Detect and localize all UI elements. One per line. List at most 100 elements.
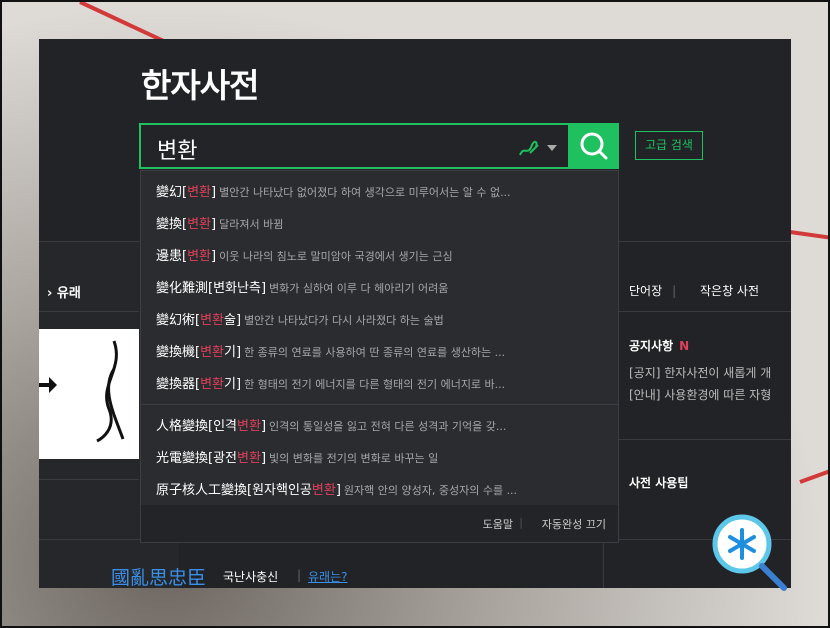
- search-button[interactable]: [569, 123, 619, 169]
- new-badge: N: [679, 339, 690, 353]
- suggestion-hanja: 變幻術: [156, 313, 196, 328]
- search-box[interactable]: 변환: [139, 123, 570, 169]
- handwriting-icon[interactable]: [516, 135, 542, 161]
- reading-highlight: 변환: [187, 249, 212, 264]
- suggestion-item[interactable]: 光電變換[광전변환] 빛의 변화를 전기의 변화로 바꾸는 일: [156, 441, 606, 473]
- bracket-close: ]: [235, 345, 242, 360]
- suggestion-hanja: 變換器: [156, 377, 196, 392]
- mini-dictionary-link[interactable]: 작은창 사전: [700, 284, 759, 298]
- wordbook-link[interactable]: 단어장: [629, 284, 662, 298]
- suggestion-item[interactable]: 變幻[변환] 별안간 나타났다 없어졌다 하여 생각으로 미루어서는 알 수 없.…: [156, 175, 606, 207]
- reading-highlight: 변환: [200, 313, 225, 328]
- suggestion-meaning: 한 종류의 연료를 사용하여 딴 종류의 연료를 생산하는 ...: [244, 346, 506, 359]
- suggestion-hanja: 原子核人工變換: [156, 483, 248, 498]
- origin-heading: › 유래: [47, 282, 81, 301]
- notice-heading[interactable]: 공지사항 N: [629, 337, 689, 354]
- search-icon: [580, 132, 608, 160]
- origin-character-image: [39, 329, 139, 459]
- divider: [39, 311, 139, 312]
- suggestion-word: 人格變換[인격변환]: [156, 419, 266, 434]
- reading-highlight: 변환: [187, 217, 212, 232]
- bracket-close: ]: [260, 419, 267, 434]
- divider: [619, 439, 791, 440]
- suggestion-meaning: 변화가 심하여 이루 다 헤아리기 어려움: [269, 282, 449, 295]
- suggestion-hanja: 光電變換: [156, 451, 209, 466]
- idiom-origin-link[interactable]: 유래는?: [308, 568, 348, 585]
- reading-highlight: 변환: [237, 419, 261, 434]
- notice-title: 공지사항: [629, 339, 674, 353]
- help-link[interactable]: 도움말: [483, 516, 513, 532]
- reading-prefix: 인격: [213, 419, 238, 434]
- reading-suffix: 기: [224, 345, 236, 360]
- suggestion-word: 變化難測[변화난측]: [156, 281, 266, 296]
- suggestion-meaning: 별안간 나타났다가 다시 사라졌다 하는 술법: [244, 314, 444, 327]
- reading-suffix: 술: [224, 313, 236, 328]
- suggestion-item[interactable]: 變幻術[변환술] 별안간 나타났다가 다시 사라졌다 하는 술법: [156, 303, 606, 335]
- suggestion-item[interactable]: 變換器[변환기] 한 형태의 전기 에너지를 다른 형태의 전기 에너지로 바..…: [156, 367, 606, 399]
- suggestion-item[interactable]: 變換[변환] 달라져서 바뀜: [156, 207, 606, 239]
- divider: [39, 479, 139, 480]
- background-streak: [799, 463, 830, 484]
- suggestion-item[interactable]: 變化難測[변화난측] 변화가 심하여 이루 다 헤아리기 어려움: [156, 271, 606, 303]
- suggestion-meaning: 달라져서 바뀜: [219, 218, 284, 231]
- notice-item[interactable]: [공지] 한자사전이 새롭게 개: [629, 364, 771, 381]
- suggestion-meaning: 빛의 변화를 전기의 변화로 바꾸는 일: [269, 452, 439, 465]
- suggestion-divider: [141, 404, 618, 405]
- page-title: 한자사전: [141, 66, 259, 105]
- bracket-close: ]: [260, 451, 267, 466]
- advanced-search-button[interactable]: 고급 검색: [635, 131, 703, 160]
- suggestion-word: 變幻[변환]: [156, 185, 216, 200]
- reading-highlight: 변환: [200, 377, 225, 392]
- search-input[interactable]: 변환: [157, 133, 197, 165]
- reading-prefix: 원자핵인공: [252, 483, 312, 498]
- bracket-close: ]: [260, 281, 267, 296]
- suggestion-hanja: 變化難測: [156, 281, 209, 296]
- idiom-hangul: 국난사충신: [223, 570, 279, 584]
- suggestion-word: 邊患[변환]: [156, 249, 216, 264]
- suggestion-item[interactable]: 原子核人工變換[원자핵인공변환] 원자핵 안의 양성자, 중성자의 수를 ...: [156, 473, 606, 505]
- reading-suffix: 기: [224, 377, 236, 392]
- suggestion-hanja: 變幻: [156, 185, 183, 200]
- suggestion-item[interactable]: 邊患[변환] 이웃 나라의 침노로 말미암아 국경에서 생기는 근심: [156, 239, 606, 271]
- suggestion-meaning: 한 형태의 전기 에너지를 다른 형태의 전기 에너지로 바...: [244, 378, 506, 391]
- idiom-hanja[interactable]: 國亂思忠臣: [111, 563, 206, 588]
- suggestion-meaning: 원자핵 안의 양성자, 중성자의 수를 ...: [343, 484, 518, 497]
- suggestion-meaning: 이웃 나라의 침노로 말미암아 국경에서 생기는 근심: [219, 250, 453, 263]
- bracket-close: ]: [235, 313, 242, 328]
- arrow-right-icon: ›: [47, 286, 57, 301]
- idiom-separator: |: [297, 568, 302, 582]
- bracket-close: ]: [211, 249, 217, 264]
- suggestion-meaning: 별안간 나타났다 없어졌다 하여 생각으로 미루어서는 알 수 없...: [219, 186, 511, 199]
- divider: [619, 311, 791, 312]
- magnifier-asterisk-icon[interactable]: [710, 512, 790, 592]
- suggestion-hanja: 變換機: [156, 345, 196, 360]
- notice-item[interactable]: [안내] 사용환경에 따른 자형: [629, 386, 771, 403]
- bracket-close: ]: [235, 377, 242, 392]
- suggestion-word: 變幻術[변환술]: [156, 313, 241, 328]
- autocomplete-dropdown: 變幻[변환] 별안간 나타났다 없어졌다 하여 생각으로 미루어서는 알 수 없.…: [140, 170, 619, 543]
- reading-prefix: 광전: [213, 451, 238, 466]
- tips-heading: 사전 사용팁: [629, 476, 689, 490]
- suggestion-hanja: 變換: [156, 217, 183, 232]
- bracket-close: ]: [211, 217, 217, 232]
- suggestion-item[interactable]: 變換機[변환기] 한 종류의 연료를 사용하여 딴 종류의 연료를 생산하는 ..…: [156, 335, 606, 367]
- reading-highlight: 변환: [200, 345, 225, 360]
- suggestion-word: 變換器[변환기]: [156, 377, 241, 392]
- footer-separator: |: [519, 516, 523, 529]
- suggestion-word: 變換機[변환기]: [156, 345, 241, 360]
- suggestion-meaning: 인격의 통일성을 잃고 전혀 다른 성격과 기억을 갖...: [269, 420, 507, 433]
- reading-prefix: 변화난측: [213, 281, 261, 296]
- suggestion-word: 光電變換[광전변환]: [156, 451, 266, 466]
- reading-highlight: 변환: [311, 483, 336, 498]
- bracket-close: ]: [211, 185, 217, 200]
- link-separator: |: [672, 284, 677, 298]
- autocomplete-off-button[interactable]: 자동완성 끄기: [542, 516, 606, 532]
- character-stroke-image: [39, 340, 125, 443]
- suggestion-word: 變換[변환]: [156, 217, 216, 232]
- origin-label: 유래: [56, 286, 81, 301]
- suggestion-item[interactable]: 人格變換[인격변환] 인격의 통일성을 잃고 전혀 다른 성격과 기억을 갖...: [156, 409, 606, 441]
- suggestion-hanja: 人格變換: [156, 419, 209, 434]
- bracket-close: ]: [335, 483, 341, 498]
- chevron-down-icon[interactable]: [547, 145, 557, 151]
- suggestion-word: 原子核人工變換[원자핵인공변환]: [156, 483, 341, 498]
